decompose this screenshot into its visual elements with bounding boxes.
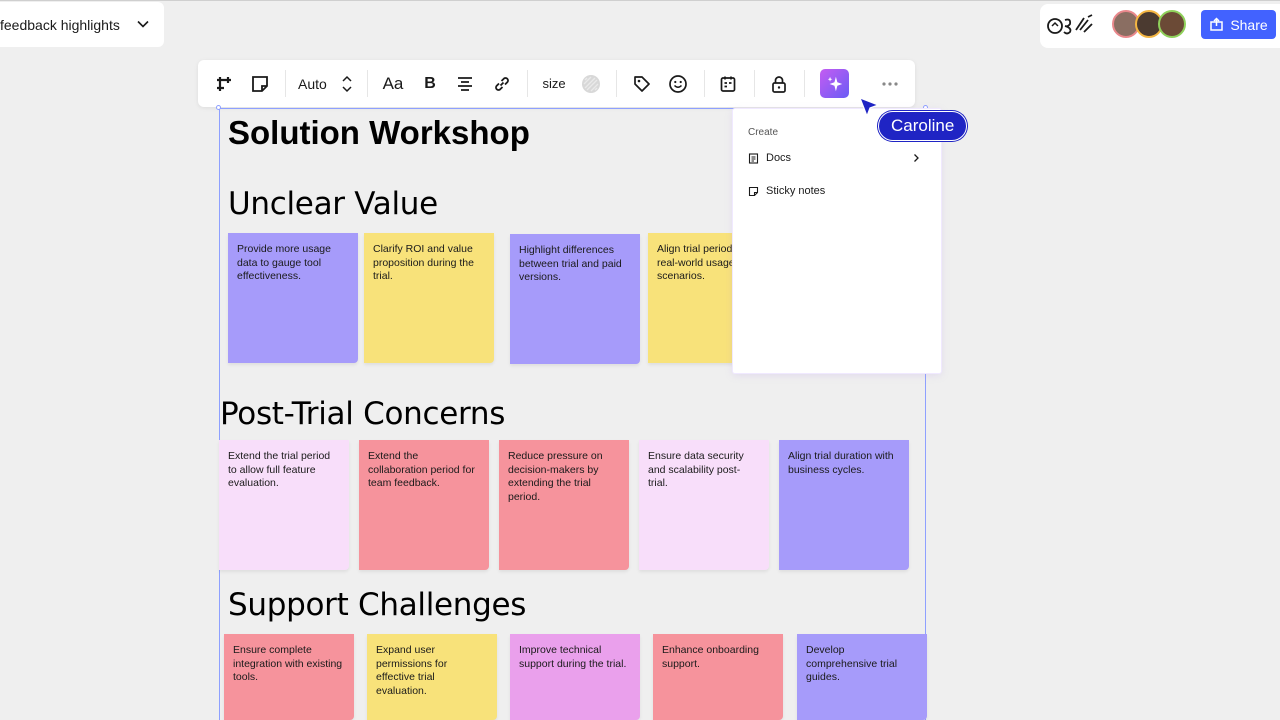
align-center-icon bbox=[458, 76, 472, 91]
doc-icon bbox=[748, 152, 759, 164]
bold-label: B bbox=[424, 74, 436, 92]
collaborator-cursor-label: Caroline bbox=[878, 111, 968, 141]
divider bbox=[804, 70, 805, 97]
sticky-note[interactable]: Ensure complete integration with existin… bbox=[224, 634, 354, 720]
menu-item-docs[interactable]: Docs bbox=[743, 145, 933, 171]
more-options-button[interactable] bbox=[878, 60, 902, 107]
sticky-note-icon bbox=[252, 75, 268, 92]
divider bbox=[704, 70, 705, 97]
emoji-icon bbox=[669, 74, 687, 93]
sticky-note[interactable]: Ensure data security and scalability pos… bbox=[639, 440, 769, 570]
menu-heading: Create bbox=[748, 127, 779, 138]
board-title-menu[interactable]: feedback highlights bbox=[0, 2, 164, 47]
share-icon bbox=[1210, 17, 1224, 31]
font-label: Aa bbox=[382, 73, 404, 93]
font-size-value: Auto bbox=[298, 75, 327, 92]
stepper-arrows-icon bbox=[342, 75, 352, 92]
avatar[interactable] bbox=[1158, 10, 1186, 38]
reaction-button[interactable] bbox=[667, 60, 689, 107]
size-label: size bbox=[542, 76, 566, 91]
divider bbox=[527, 70, 528, 97]
cursor-pointer-icon bbox=[858, 96, 880, 118]
sticky-note[interactable]: Extend the trial period to allow full fe… bbox=[219, 440, 349, 570]
align-button[interactable] bbox=[455, 60, 475, 107]
lock-icon bbox=[772, 75, 786, 93]
size-button[interactable]: size bbox=[540, 60, 568, 107]
transparent-color-swatch-icon bbox=[582, 74, 600, 93]
board-title: feedback highlights bbox=[0, 16, 120, 33]
menu-item-sticky-notes[interactable]: Sticky notes bbox=[743, 178, 933, 204]
tag-button[interactable] bbox=[631, 60, 653, 107]
reactions-icon[interactable] bbox=[1046, 12, 1096, 38]
sticky-note[interactable]: Highlight differences between trial and … bbox=[510, 234, 640, 364]
share-label: Share bbox=[1230, 16, 1268, 33]
sticky-note[interactable]: Reduce pressure on decision-makers by ex… bbox=[499, 440, 629, 570]
sticky-note[interactable]: Enhance onboarding support. bbox=[653, 634, 783, 720]
frame-tool-button[interactable] bbox=[212, 60, 236, 107]
divider bbox=[285, 70, 286, 97]
menu-item-label: Docs bbox=[766, 152, 792, 164]
chevron-down-icon bbox=[137, 20, 149, 28]
calendar-icon bbox=[720, 76, 736, 92]
frame-title: Solution Workshop bbox=[228, 114, 530, 151]
divider bbox=[754, 70, 755, 97]
link-button[interactable] bbox=[491, 60, 513, 107]
lock-button[interactable] bbox=[768, 60, 790, 107]
font-size-select[interactable]: Auto bbox=[298, 60, 358, 107]
collaborator-avatars[interactable] bbox=[1112, 10, 1186, 38]
card-button[interactable] bbox=[717, 60, 739, 107]
chevron-right-icon bbox=[914, 154, 919, 162]
sticky-note-tool-button[interactable] bbox=[248, 60, 272, 107]
sparkle-icon bbox=[827, 76, 842, 91]
section-title: Unclear Value bbox=[228, 186, 438, 222]
sticky-note[interactable]: Align trial duration with business cycle… bbox=[779, 440, 909, 570]
bold-button[interactable]: B bbox=[420, 60, 440, 107]
sticky-note[interactable]: Extend the collaboration period for team… bbox=[359, 440, 489, 570]
object-toolbar: Auto Aa B size bbox=[198, 60, 915, 107]
resize-handle[interactable] bbox=[216, 105, 221, 110]
create-menu: Create Docs Sticky notes bbox=[733, 109, 941, 373]
share-button[interactable]: Share bbox=[1201, 10, 1276, 39]
sticky-note[interactable]: Improve technical support during the tri… bbox=[510, 634, 640, 720]
section-title: Support Challenges bbox=[228, 587, 527, 623]
divider bbox=[367, 70, 368, 97]
divider bbox=[616, 70, 617, 97]
more-horizontal-icon bbox=[882, 81, 898, 86]
link-icon bbox=[495, 76, 509, 91]
top-border bbox=[0, 0, 1280, 1]
color-picker[interactable] bbox=[580, 60, 602, 107]
sticky-note[interactable]: Expand user permissions for effective tr… bbox=[367, 634, 497, 720]
tag-icon bbox=[634, 75, 650, 92]
sticky-note[interactable]: Clarify ROI and value proposition during… bbox=[364, 233, 494, 363]
font-family-button[interactable]: Aa bbox=[380, 60, 406, 107]
sticky-note-icon bbox=[748, 186, 759, 196]
sticky-note[interactable]: Provide more usage data to gauge tool ef… bbox=[228, 233, 358, 363]
frame-icon bbox=[217, 76, 231, 91]
menu-item-label: Sticky notes bbox=[766, 185, 826, 197]
section-title: Post-Trial Concerns bbox=[220, 396, 506, 432]
ai-assist-button[interactable] bbox=[820, 69, 849, 98]
sticky-note[interactable]: Develop comprehensive trial guides. bbox=[797, 634, 927, 720]
